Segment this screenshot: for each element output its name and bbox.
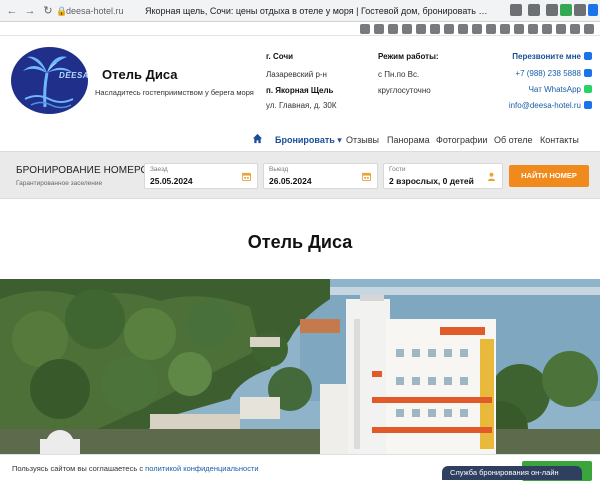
- bookmarks-bar: [0, 22, 600, 36]
- phone-link[interactable]: +7 (988) 238 5888: [515, 69, 592, 78]
- phone-icon: [584, 69, 592, 77]
- callback-link[interactable]: Перезвоните мне: [512, 52, 592, 61]
- phone-icon: [584, 52, 592, 60]
- address-village: п. Якорная Щель: [266, 86, 334, 95]
- extension-green-icon[interactable]: [560, 4, 572, 16]
- checkin-label: Заезд: [150, 166, 168, 173]
- hours-time: круглосуточно: [378, 86, 431, 95]
- menu-item-panorama[interactable]: Панорама: [387, 132, 430, 148]
- bookmark-icon[interactable]: [430, 24, 440, 34]
- privacy-policy-link[interactable]: политикой конфиденциальности: [145, 464, 258, 473]
- calendar-icon: [242, 172, 251, 181]
- profile-icon[interactable]: [588, 4, 598, 16]
- bookmark-icon[interactable]: [584, 24, 594, 34]
- checkin-value: 25.05.2024: [150, 176, 193, 186]
- email-link[interactable]: info@deesa-hotel.ru: [509, 101, 592, 110]
- page-title: Отель Диса: [247, 232, 353, 252]
- hours-days: с Пн.по Вс.: [378, 70, 420, 79]
- whatsapp-link[interactable]: Чат WhatsApp: [529, 85, 592, 94]
- cookie-text: Пользуясь сайтом вы соглашаетесь с полит…: [12, 464, 259, 473]
- email-address: info@deesa-hotel.ru: [508, 101, 581, 110]
- brand-tagline: Насладитесь гостеприимством у берега мор…: [95, 88, 254, 97]
- menu-item-photos[interactable]: Фотографии: [436, 132, 487, 148]
- browser-toolbar: ← → ↻ 🔒 deesa-hotel.ru Якорная щель, Соч…: [0, 0, 600, 22]
- guests-field[interactable]: Гости 2 взрослых, 0 детей: [383, 163, 503, 189]
- bookmark-icon[interactable]: [416, 24, 426, 34]
- bookmark-icon[interactable]: [486, 24, 496, 34]
- forward-icon[interactable]: →: [22, 3, 38, 19]
- back-icon[interactable]: ←: [4, 3, 20, 19]
- palm-tree-icon: [23, 56, 74, 109]
- bookmark-icon[interactable]: [444, 24, 454, 34]
- calendar-icon: [362, 172, 371, 181]
- bookmark-icon[interactable]: [528, 24, 538, 34]
- address-district: Лазаревский р-н: [266, 70, 327, 79]
- extension-icon[interactable]: [510, 4, 522, 16]
- menu-item-reviews[interactable]: Отзывы: [346, 132, 379, 148]
- hours-title: Режим работы:: [378, 52, 439, 61]
- brand-name[interactable]: Отель Диса: [102, 67, 177, 82]
- mail-icon: [584, 101, 592, 109]
- callback-label: Перезвоните мне: [512, 52, 581, 61]
- logo-text: DEESA: [59, 71, 88, 80]
- bookmark-icon[interactable]: [458, 24, 468, 34]
- booking-subtitle: Гарантированное заселение: [16, 180, 103, 187]
- booking-title: БРОНИРОВАНИЕ НОМЕРОВ: [16, 165, 156, 176]
- guests-value: 2 взрослых, 0 детей: [389, 176, 474, 186]
- find-room-button[interactable]: НАЙТИ НОМЕР: [509, 165, 589, 187]
- bookmark-icon[interactable]: [374, 24, 384, 34]
- checkout-label: Выезд: [269, 166, 289, 173]
- phone-number: +7 (988) 238 5888: [515, 69, 581, 78]
- checkout-value: 26.05.2024: [269, 176, 312, 186]
- bookmark-icon[interactable]: [472, 24, 482, 34]
- checkout-field[interactable]: Выезд 26.05.2024: [263, 163, 378, 189]
- whatsapp-icon: [584, 85, 592, 93]
- menu-item-contacts[interactable]: Контакты: [540, 132, 579, 148]
- bookmark-icon[interactable]: [500, 24, 510, 34]
- whatsapp-label: Чат WhatsApp: [528, 85, 581, 94]
- online-booking-widget[interactable]: Служба бронирования он-лайн: [442, 466, 582, 480]
- address-street: ул. Главная, д. 30К: [266, 101, 337, 110]
- bookmark-icon[interactable]: [542, 24, 552, 34]
- address-bar-url[interactable]: deesa-hotel.ru: [66, 2, 124, 20]
- bookmark-icon[interactable]: [360, 24, 370, 34]
- address-city: г. Сочи: [266, 52, 294, 61]
- page-tab-title: Якорная щель, Сочи: цены отдыха в отеле …: [145, 6, 490, 16]
- hero-photo: [0, 279, 600, 454]
- menu-item-booking[interactable]: Бронировать ▾: [275, 132, 342, 148]
- bookmark-icon[interactable]: [388, 24, 398, 34]
- bookmark-icon[interactable]: [402, 24, 412, 34]
- extension-icon[interactable]: [574, 4, 586, 16]
- bookmark-icon[interactable]: [514, 24, 524, 34]
- checkin-field[interactable]: Заезд 25.05.2024: [144, 163, 258, 189]
- home-icon[interactable]: [252, 133, 263, 149]
- extension-icon[interactable]: [546, 4, 558, 16]
- site-logo[interactable]: DEESA: [11, 47, 88, 114]
- person-icon: [487, 172, 496, 181]
- menu-item-about[interactable]: Об отеле: [494, 132, 532, 148]
- guests-label: Гости: [389, 166, 406, 173]
- bookmark-icon[interactable]: [570, 24, 580, 34]
- bookmark-icon[interactable]: [556, 24, 566, 34]
- bookmark-icon[interactable]: [528, 4, 540, 16]
